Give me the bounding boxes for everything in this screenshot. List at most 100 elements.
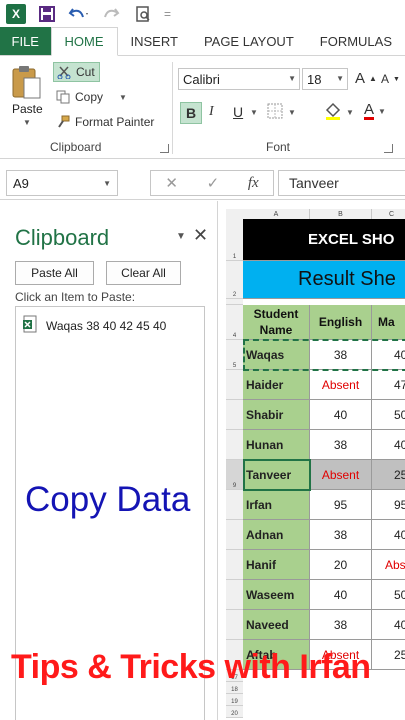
- row-header[interactable]: [226, 400, 243, 430]
- row-header[interactable]: [226, 550, 243, 580]
- table-row-english[interactable]: 38: [310, 430, 372, 460]
- clipboard-launcher-icon[interactable]: [160, 144, 169, 153]
- shrink-font-button[interactable]: A ▼: [381, 72, 400, 86]
- insert-function-button[interactable]: fx: [248, 175, 259, 192]
- row-header[interactable]: 1: [226, 219, 243, 261]
- row-header[interactable]: 2: [226, 261, 243, 299]
- header-english[interactable]: English: [310, 305, 372, 340]
- paste-all-button[interactable]: Paste All: [15, 261, 94, 285]
- header-third-subject[interactable]: Ma: [372, 305, 405, 340]
- header-student-name[interactable]: Student Name: [243, 305, 310, 340]
- grow-font-button[interactable]: A ▲: [355, 70, 377, 87]
- table-row-third[interactable]: 40: [372, 520, 405, 550]
- row-header[interactable]: [226, 430, 243, 460]
- table-row-name[interactable]: Shabir: [243, 400, 310, 430]
- paint-bucket-icon: [324, 102, 342, 123]
- chevron-down-icon: ▼: [288, 108, 296, 117]
- table-row-name[interactable]: Tanveer: [243, 460, 310, 490]
- pane-options-icon[interactable]: ▼: [176, 231, 186, 242]
- copy-dropdown-icon[interactable]: ▼: [119, 93, 127, 102]
- table-row-english[interactable]: 38: [310, 520, 372, 550]
- clear-all-button[interactable]: Clear All: [106, 261, 181, 285]
- format-painter-button[interactable]: Format Painter: [55, 114, 154, 130]
- row-header[interactable]: 9: [226, 460, 243, 490]
- row-header[interactable]: [226, 610, 243, 640]
- select-all-corner[interactable]: [226, 209, 243, 219]
- table-row-third[interactable]: 25: [372, 640, 405, 670]
- table-row-third[interactable]: 40: [372, 340, 405, 370]
- formula-input[interactable]: Tanveer: [278, 170, 405, 196]
- table-row-name[interactable]: Waqas: [243, 340, 310, 370]
- chevron-down-icon: ▼: [103, 179, 111, 188]
- undo-icon[interactable]: [68, 3, 90, 25]
- table-row-third[interactable]: Abs: [372, 550, 405, 580]
- row-header[interactable]: [226, 520, 243, 550]
- tab-home[interactable]: HOME: [50, 27, 118, 56]
- column-header-b[interactable]: B: [310, 209, 372, 219]
- table-row-english[interactable]: 20: [310, 550, 372, 580]
- table-row-third[interactable]: 25: [372, 460, 405, 490]
- table-row-english[interactable]: 95: [310, 490, 372, 520]
- paste-icon[interactable]: [10, 64, 44, 100]
- tab-file[interactable]: FILE: [0, 27, 51, 55]
- font-size-select[interactable]: 18 ▼: [302, 68, 348, 90]
- table-row-third[interactable]: 50: [372, 400, 405, 430]
- table-row-name[interactable]: Naveed: [243, 610, 310, 640]
- row-header[interactable]: 4: [226, 305, 243, 340]
- tab-formulas[interactable]: FORMULAS: [307, 27, 405, 55]
- tab-insert[interactable]: INSERT: [118, 27, 191, 55]
- table-row-name[interactable]: Hunan: [243, 430, 310, 460]
- column-header-a[interactable]: A: [243, 209, 310, 219]
- row-header[interactable]: 5: [226, 340, 243, 370]
- table-row-name[interactable]: Waseem: [243, 580, 310, 610]
- clipboard-item[interactable]: Waqas 38 40 42 45 40: [22, 315, 166, 336]
- row-header[interactable]: [226, 370, 243, 400]
- redo-icon[interactable]: [100, 3, 122, 25]
- column-header-c[interactable]: C: [372, 209, 405, 219]
- row-header[interactable]: 19: [226, 694, 243, 706]
- table-row-third[interactable]: 50: [372, 580, 405, 610]
- paste-button[interactable]: Paste: [12, 102, 43, 116]
- fill-color-button[interactable]: ▼: [324, 102, 354, 123]
- worksheet[interactable]: A B C 1 EXCEL SHO 2 Result She 4 Student…: [218, 201, 405, 720]
- table-row-english[interactable]: Absent: [310, 370, 372, 400]
- name-box[interactable]: A9 ▼: [6, 170, 118, 196]
- table-row-name[interactable]: Hanif: [243, 550, 310, 580]
- table-row-name[interactable]: Irfan: [243, 490, 310, 520]
- confirm-entry-icon[interactable]: ✓: [207, 174, 220, 192]
- row-header[interactable]: 20: [226, 706, 243, 718]
- underline-dropdown-icon[interactable]: ▼: [250, 108, 258, 117]
- font-color-button[interactable]: A ▼: [364, 102, 386, 120]
- table-row-name[interactable]: Haider: [243, 370, 310, 400]
- table-row-english[interactable]: Absent: [310, 460, 372, 490]
- row-header[interactable]: [226, 580, 243, 610]
- table-row-third[interactable]: 47: [372, 370, 405, 400]
- borders-button[interactable]: ▼: [266, 102, 296, 123]
- cut-button[interactable]: Cut: [53, 62, 100, 82]
- paste-dropdown-icon[interactable]: ▼: [23, 118, 31, 127]
- sheet-title-cell[interactable]: EXCEL SHO: [243, 219, 405, 261]
- row-header[interactable]: [226, 490, 243, 520]
- table-row-name[interactable]: Adnan: [243, 520, 310, 550]
- font-launcher-icon[interactable]: [384, 144, 393, 153]
- table-row-third[interactable]: 95: [372, 490, 405, 520]
- save-icon[interactable]: [36, 3, 58, 25]
- copy-button[interactable]: Copy ▼: [55, 89, 127, 105]
- table-row-english[interactable]: 40: [310, 400, 372, 430]
- table-row-english[interactable]: 38: [310, 340, 372, 370]
- close-icon[interactable]: ✕: [193, 225, 208, 246]
- underline-button[interactable]: U: [233, 104, 243, 120]
- table-row-english[interactable]: 40: [310, 580, 372, 610]
- table-row-third[interactable]: 40: [372, 430, 405, 460]
- bold-button[interactable]: B: [180, 102, 202, 124]
- sheet-subtitle-cell[interactable]: Result She: [243, 261, 405, 299]
- customize-qat-icon[interactable]: =: [164, 7, 171, 21]
- cancel-entry-icon[interactable]: ✕: [165, 174, 178, 192]
- print-preview-icon[interactable]: [132, 3, 154, 25]
- font-name-select[interactable]: Calibri ▼: [178, 68, 300, 90]
- chevron-down-icon: ▼: [378, 106, 386, 116]
- tab-page-layout[interactable]: PAGE LAYOUT: [191, 27, 307, 55]
- italic-button[interactable]: I: [209, 104, 214, 120]
- table-row-third[interactable]: 40: [372, 610, 405, 640]
- table-row-english[interactable]: 38: [310, 610, 372, 640]
